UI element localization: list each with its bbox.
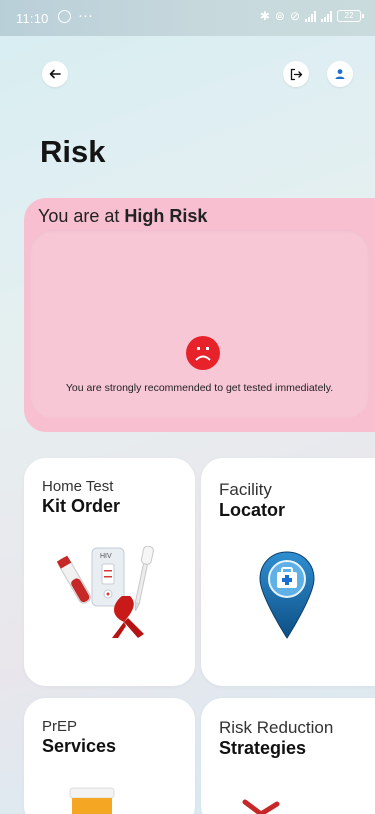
risk-status-prefix: You are at xyxy=(38,206,125,226)
sad-face-icon xyxy=(186,336,220,370)
risk-message: You are strongly recommended to get test… xyxy=(65,382,334,394)
facility-locator-tile[interactable]: Facility Locator xyxy=(201,458,375,686)
pill-bottle-icon xyxy=(69,787,115,814)
arrow-left-icon xyxy=(49,69,61,79)
hiv-test-kit-icon: HIV xyxy=(56,546,154,638)
risk-detail-panel: You are strongly recommended to get test… xyxy=(30,230,369,418)
risk-status: You are at High Risk xyxy=(38,206,207,227)
battery-icon: 22 xyxy=(337,10,364,22)
status-icons: ✱ ⊚ ⊘ 22 xyxy=(259,9,364,23)
tile-label-line1: Risk Reduction xyxy=(219,718,334,737)
profile-button[interactable] xyxy=(327,61,353,87)
more-notifications-icon: ··· xyxy=(78,7,93,24)
logout-button[interactable] xyxy=(283,61,309,87)
risk-reduction-strategies-tile[interactable]: Risk Reduction Strategies xyxy=(201,698,375,814)
tile-label-line2: Services xyxy=(42,736,117,756)
tile-label-line1: PrEP xyxy=(42,718,78,735)
signal-4g-icon xyxy=(321,10,332,22)
tile-label-line2: Strategies xyxy=(219,738,307,758)
hotspot-icon: ⊚ xyxy=(274,9,285,23)
bluetooth-icon: ✱ xyxy=(259,9,270,23)
tile-label-line2: Kit Order xyxy=(42,496,121,516)
back-button[interactable] xyxy=(42,61,68,87)
logout-icon xyxy=(290,68,302,80)
risk-card: You are at High Risk You are strongly re… xyxy=(24,198,375,432)
prep-services-tile[interactable]: PrEP Services xyxy=(24,698,195,814)
whatsapp-icon xyxy=(58,10,71,23)
tile-label-line1: Home Test xyxy=(42,478,114,495)
strategy-icon xyxy=(242,799,280,814)
tile-label-line1: Facility xyxy=(219,480,272,499)
signal-icon xyxy=(305,10,316,22)
mute-icon: ⊘ xyxy=(289,9,300,23)
kit-label: HIV xyxy=(100,553,112,560)
battery-level: 22 xyxy=(344,11,354,20)
location-pin-icon xyxy=(259,551,315,639)
page-title: Risk xyxy=(40,134,106,169)
status-time: 11:10 xyxy=(16,11,49,26)
risk-level: High Risk xyxy=(124,206,208,226)
tile-label-line2: Locator xyxy=(219,500,286,520)
user-icon xyxy=(335,69,345,79)
home-test-kit-order-tile[interactable]: Home Test Kit Order HIV xyxy=(24,458,195,686)
status-bar: 11:10 ··· ✱ ⊚ ⊘ 22 xyxy=(0,0,375,36)
